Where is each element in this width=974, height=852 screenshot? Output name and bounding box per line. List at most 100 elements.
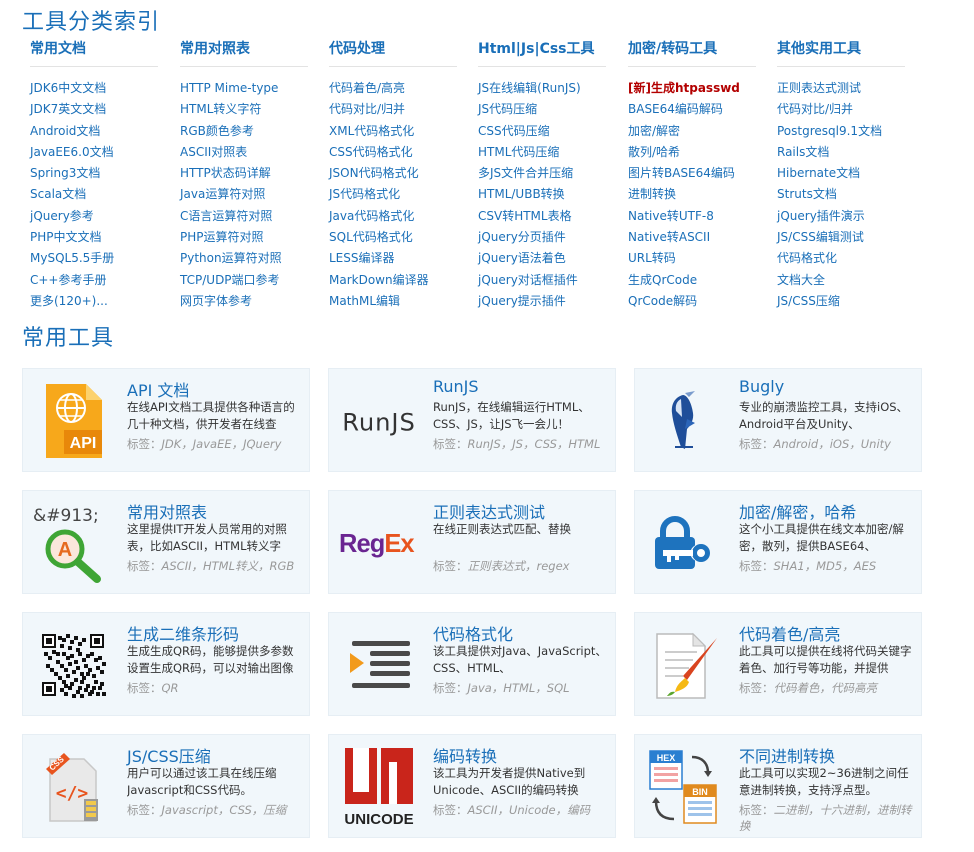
category-link[interactable]: Java代码格式化	[329, 209, 414, 223]
category-link[interactable]: JS/CSS压缩	[777, 294, 840, 308]
category-link[interactable]: 代码对比/归并	[329, 102, 405, 116]
category-link[interactable]: jQuery对话框插件	[478, 273, 578, 287]
category-link[interactable]: RGB颜色参考	[180, 124, 254, 138]
category-link[interactable]: SQL代码格式化	[329, 230, 413, 244]
unicode-logo[interactable]: UNICODE	[339, 747, 419, 828]
tool-card-title[interactable]: RunJS	[433, 377, 479, 396]
tool-card-enc[interactable]: UNICODE 编码转换 该工具为开发者提供Native到Unicode、ASCII…	[328, 734, 616, 838]
category-link[interactable]: 生成QrCode	[628, 273, 697, 287]
category-link[interactable]: JSON代码格式化	[329, 166, 419, 180]
tool-card-fmt[interactable]: 代码格式化 该工具提供对Java、JavaScript、CSS、HTML、 标签：J…	[328, 612, 616, 716]
category-link[interactable]: CSS代码压缩	[478, 124, 550, 138]
category-link[interactable]: HTML转义字符	[180, 102, 261, 116]
category-heading[interactable]: 常用对照表	[180, 38, 308, 67]
tool-card-title[interactable]: 代码格式化	[433, 621, 513, 645]
category-link[interactable]: [新]生成htpasswd	[628, 81, 740, 95]
tool-card-regex[interactable]: RegEx 正则表达式测试 在线正则表达式匹配、替换 标签：正则表达式，regex	[328, 490, 616, 594]
tool-card-title[interactable]: 生成二维条形码	[127, 621, 239, 645]
category-heading[interactable]: 其他实用工具	[777, 38, 905, 67]
category-link[interactable]: Struts文档	[777, 187, 837, 201]
category-link[interactable]: CSV转HTML表格	[478, 209, 572, 223]
category-link[interactable]: Postgresql9.1文档	[777, 124, 882, 138]
tool-card-runjs[interactable]: RunJS RunJS RunJS，在线编辑运行HTML、CSS、JS，让JS飞一会…	[328, 368, 616, 472]
category-link[interactable]: C语言运算符对照	[180, 209, 272, 223]
tool-card-title[interactable]: Bugly	[739, 377, 784, 396]
tool-card-bugly[interactable]: Bugly 专业的崩溃监控工具，支持iOS、Android平台及Unity、 标签：…	[634, 368, 922, 472]
category-link[interactable]: JDK7英文文档	[30, 102, 106, 116]
category-link[interactable]: JS代码格式化	[329, 187, 400, 201]
category-link[interactable]: jQuery插件演示	[777, 209, 865, 223]
category-link[interactable]: JS在线编辑(RunJS)	[478, 81, 581, 95]
category-link[interactable]: Java运算符对照	[180, 187, 265, 201]
tool-card-crypto[interactable]: 加密/解密，哈希 这个小工具提供在线文本加密/解密，散列，提供BASE64、 标签：…	[634, 490, 922, 594]
category-link[interactable]: C++参考手册	[30, 273, 107, 287]
category-link[interactable]: 更多(120+)...	[30, 294, 108, 308]
category-link[interactable]: 网页字体参考	[180, 294, 252, 308]
category-link[interactable]: 图片转BASE64编码	[628, 166, 735, 180]
category-link[interactable]: URL转码	[628, 251, 676, 265]
api-doc-icon[interactable]: API	[33, 381, 113, 461]
tool-card-title[interactable]: 代码着色/高亮	[739, 621, 840, 645]
category-link[interactable]: JS/CSS编辑测试	[777, 230, 864, 244]
css-zip-icon[interactable]: CSS </>	[33, 747, 113, 827]
category-link[interactable]: 代码对比/归并	[777, 102, 853, 116]
category-link[interactable]: Native转UTF-8	[628, 209, 714, 223]
category-link[interactable]: Android文档	[30, 124, 100, 138]
category-link[interactable]: jQuery参考	[30, 209, 94, 223]
category-link[interactable]: 代码着色/高亮	[329, 81, 405, 95]
tool-card-qr[interactable]: 生成二维条形码 生成生成QR码，能够提供多参数设置生成QR码，可以对输出图像 标签：…	[22, 612, 310, 716]
hex-bin-icon[interactable]: HEX BIN	[645, 747, 725, 827]
tool-card-jscss[interactable]: CSS </> JS/CSS压缩 用户可以通过该工具在线压缩Javascript和…	[22, 734, 310, 838]
tool-card-title[interactable]: 加密/解密，哈希	[739, 499, 856, 523]
tool-card-title[interactable]: 编码转换	[433, 743, 497, 767]
tool-card-radix[interactable]: HEX BIN 不同进制转换 此工具可以实现2~36进制之间任意进制转换，支持浮点…	[634, 734, 922, 838]
tool-card-title[interactable]: API 文档	[127, 377, 189, 401]
tool-card-api[interactable]: API API 文档 在线API文档工具提供各种语言的几十种文档，供开发者在线查 标签…	[22, 368, 310, 472]
category-link[interactable]: HTTP状态码详解	[180, 166, 271, 180]
category-link[interactable]: QrCode解码	[628, 294, 697, 308]
category-link[interactable]: JS代码压缩	[478, 102, 537, 116]
category-link[interactable]: 加密/解密	[628, 124, 680, 138]
category-link[interactable]: jQuery提示插件	[478, 294, 566, 308]
tool-card-title[interactable]: 常用对照表	[127, 499, 207, 523]
category-link[interactable]: TCP/UDP端口参考	[180, 273, 280, 287]
category-link[interactable]: jQuery分页插件	[478, 230, 566, 244]
category-link[interactable]: 进制转换	[628, 187, 676, 201]
category-link[interactable]: JDK6中文文档	[30, 81, 106, 95]
category-link[interactable]: 正则表达式测试	[777, 81, 861, 95]
category-link[interactable]: HTML/UBB转换	[478, 187, 565, 201]
tool-card-title[interactable]: 正则表达式测试	[433, 499, 545, 523]
lock-key-icon[interactable]	[645, 503, 725, 583]
category-heading[interactable]: Html|Js|Css工具	[478, 38, 606, 67]
magnifier-icon[interactable]: &#913; A	[33, 503, 113, 583]
category-link[interactable]: Hibernate文档	[777, 166, 860, 180]
category-link[interactable]: jQuery语法着色	[478, 251, 566, 265]
category-heading[interactable]: 加密/转码工具	[628, 38, 756, 67]
paintbrush-doc-icon[interactable]	[645, 625, 725, 705]
category-link[interactable]: PHP运算符对照	[180, 230, 264, 244]
category-link[interactable]: ASCII对照表	[180, 145, 247, 159]
category-link[interactable]: MarkDown编译器	[329, 273, 429, 287]
category-link[interactable]: Native转ASCII	[628, 230, 710, 244]
indent-lines-icon[interactable]	[339, 625, 419, 705]
category-link[interactable]: 文档大全	[777, 273, 825, 287]
category-link[interactable]: 多JS文件合并压缩	[478, 166, 573, 180]
category-link[interactable]: MySQL5.5手册	[30, 251, 114, 265]
category-link[interactable]: BASE64编码解码	[628, 102, 723, 116]
tool-card-ref[interactable]: &#913; A 常用对照表 这里提供IT开发人员常用的对照表，比如ASCII，H…	[22, 490, 310, 594]
category-link[interactable]: 代码格式化	[777, 251, 837, 265]
category-link[interactable]: Python运算符对照	[180, 251, 282, 265]
regex-logo[interactable]: RegEx	[339, 503, 419, 583]
category-link[interactable]: PHP中文文档	[30, 230, 102, 244]
category-link[interactable]: HTML代码压缩	[478, 145, 559, 159]
category-link[interactable]: JavaEE6.0文档	[30, 145, 114, 159]
category-link[interactable]: Rails文档	[777, 145, 829, 159]
tool-card-title[interactable]: 不同进制转换	[739, 743, 835, 767]
category-heading[interactable]: 常用文档	[30, 38, 158, 67]
runjs-logo[interactable]: RunJS	[339, 381, 419, 461]
category-link[interactable]: HTTP Mime-type	[180, 81, 278, 95]
bugly-bird-icon[interactable]	[645, 381, 725, 461]
category-link[interactable]: XML代码格式化	[329, 124, 414, 138]
category-heading[interactable]: 代码处理	[329, 38, 457, 67]
qrcode-icon[interactable]	[33, 625, 113, 705]
